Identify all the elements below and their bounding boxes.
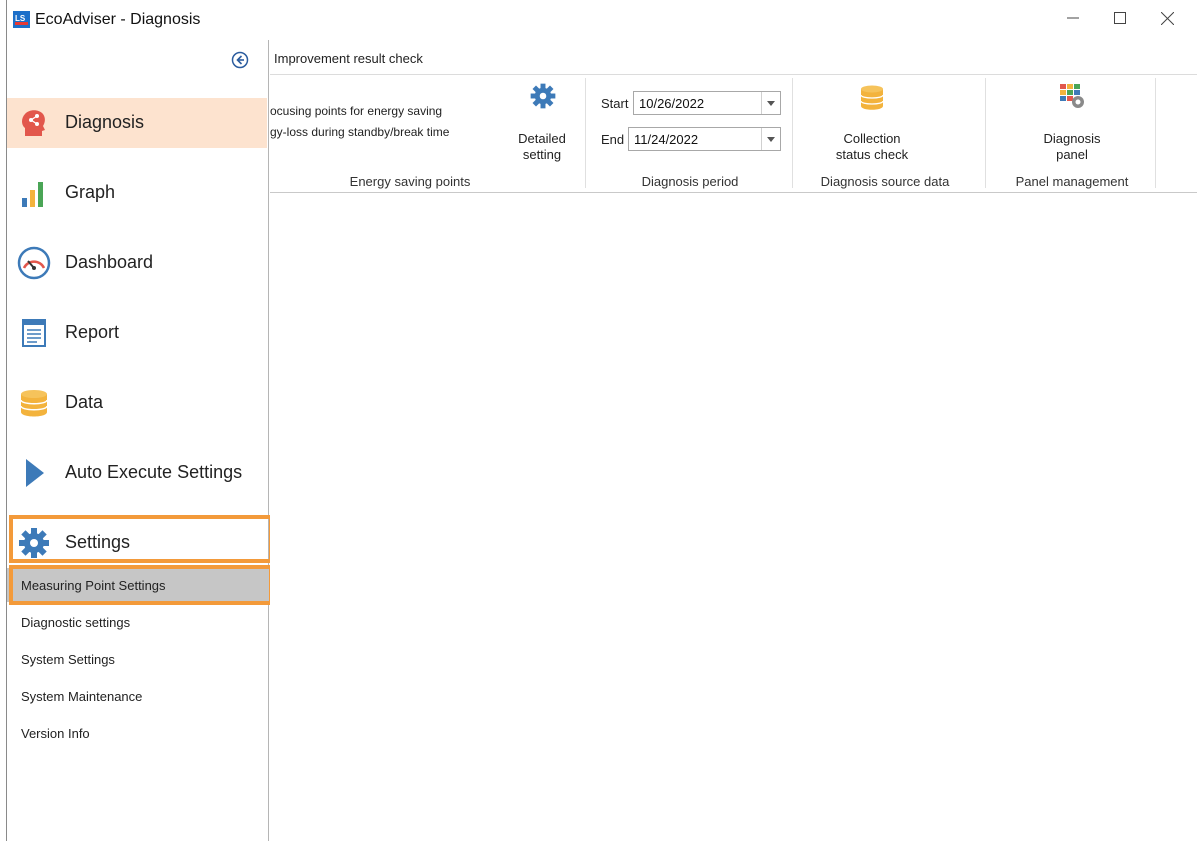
group-label-diagnosis-period: Diagnosis period [641, 174, 739, 189]
sidebar-item-label: Graph [65, 182, 116, 202]
start-date-picker[interactable]: 10/26/2022 [633, 91, 781, 115]
sub-item-version-info[interactable]: Version Info [7, 716, 269, 750]
collection-status-check-button[interactable]: Collection status check [822, 80, 922, 162]
gear-icon [530, 83, 556, 109]
close-icon [1160, 11, 1174, 25]
detailed-setting-label-2: setting [522, 147, 562, 162]
sub-item-label: Version Info [21, 726, 90, 741]
tab-improvement-result-check[interactable]: Improvement result check [274, 51, 423, 66]
document-icon [22, 319, 46, 347]
head-share-icon [22, 110, 45, 136]
sub-item-label: System Settings [21, 652, 115, 667]
sidebar-item-graph[interactable]: Graph [7, 168, 267, 218]
detailed-setting-button[interactable]: Detailed setting [512, 80, 572, 162]
ribbon-toolbar: Improvement result check ocusing points … [270, 40, 1197, 193]
sidebar-item-label: Auto Execute Settings [65, 462, 243, 482]
svg-text:LS: LS [15, 14, 26, 23]
group-label-energy-saving: Energy saving points [349, 174, 471, 189]
sub-item-system-settings[interactable]: System Settings [7, 642, 269, 676]
sub-item-system-maintenance[interactable]: System Maintenance [7, 679, 269, 713]
panel-settings-icon [1060, 84, 1084, 108]
group-label-panel-management: Panel management [1015, 174, 1129, 189]
detailed-setting-label-1: Detailed [518, 131, 566, 146]
energy-loss-standby-option[interactable]: gy-loss during standby/break time [270, 125, 449, 139]
window-title: EcoAdviser - Diagnosis [35, 11, 201, 28]
highlight-box-measuring-point [9, 565, 273, 605]
ribbon-tab-bar: Improvement result check [270, 40, 1197, 75]
minimize-icon [1067, 17, 1079, 19]
main-content-area [270, 193, 1197, 841]
ribbon-separator [985, 78, 986, 188]
diagnosis-panel-label-1: Diagnosis [1043, 131, 1101, 146]
ribbon-separator [585, 78, 586, 188]
bar-chart-icon [22, 182, 43, 207]
play-triangle-icon [26, 459, 44, 487]
energy-saving-focus-option[interactable]: ocusing points for energy saving [270, 104, 442, 118]
maximize-icon [1114, 12, 1126, 24]
start-label: Start [601, 96, 629, 111]
database-icon [860, 85, 884, 110]
sidebar-item-diagnosis[interactable]: Diagnosis [7, 98, 267, 148]
end-date-picker[interactable]: 11/24/2022 [628, 127, 781, 151]
title-bar: LS EcoAdviser - Diagnosis [7, 0, 1197, 40]
diagnosis-panel-button[interactable]: Diagnosis panel [1022, 80, 1122, 162]
sidebar-item-label: Data [65, 392, 104, 412]
diagnosis-panel-label-2: panel [1056, 147, 1088, 162]
sidebar-item-label: Diagnosis [65, 112, 145, 132]
collection-label-2: status check [835, 147, 909, 162]
highlight-box-settings [9, 515, 273, 563]
start-date-value: 10/26/2022 [639, 96, 705, 111]
gauge-icon [17, 246, 51, 280]
sidebar-item-report[interactable]: Report [7, 308, 267, 358]
database-icon [20, 390, 48, 417]
dropdown-arrow-icon [761, 128, 780, 150]
sidebar-item-auto-execute[interactable]: Auto Execute Settings [7, 448, 267, 498]
collapse-sidebar-icon[interactable] [231, 51, 249, 69]
sidebar: Diagnosis Graph Dashboard Report Data Au… [7, 40, 273, 841]
sidebar-item-label: Dashboard [65, 252, 154, 272]
end-label: End [601, 132, 625, 147]
group-label-diagnosis-source: Diagnosis source data [820, 174, 950, 189]
sub-item-label: System Maintenance [21, 689, 143, 704]
sidebar-item-dashboard[interactable]: Dashboard [7, 238, 267, 288]
ribbon-separator [792, 78, 793, 188]
ribbon-separator [1155, 78, 1156, 188]
end-date-value: 11/24/2022 [634, 132, 699, 147]
sidebar-item-data[interactable]: Data [7, 378, 267, 428]
app-window: LS EcoAdviser - Diagnosis Diagnosis Grap… [6, 0, 1197, 841]
close-button[interactable] [1147, 3, 1187, 33]
app-logo-icon: LS [13, 11, 30, 28]
collection-label-1: Collection [843, 131, 901, 146]
sidebar-item-label: Report [65, 322, 120, 342]
minimize-button[interactable] [1053, 3, 1093, 33]
dropdown-arrow-icon [761, 92, 780, 114]
sub-item-diagnostic-settings[interactable]: Diagnostic settings [7, 605, 269, 639]
sub-item-label: Diagnostic settings [21, 615, 131, 630]
maximize-button[interactable] [1100, 3, 1140, 33]
